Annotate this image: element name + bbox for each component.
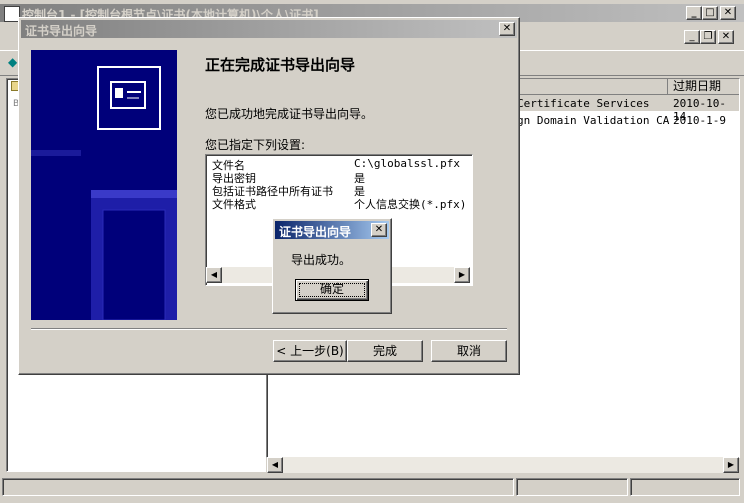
message-box: 证书导出向导 ✕ 导出成功。 确定: [272, 218, 392, 314]
child-minimize-button[interactable]: _: [684, 30, 700, 44]
certificate-icon: [97, 66, 161, 130]
scroll-left-icon[interactable]: ◀: [267, 457, 283, 473]
cancel-button[interactable]: 取消: [431, 340, 507, 362]
scroll-right-icon[interactable]: ▶: [454, 267, 470, 283]
list-hscrollbar[interactable]: ◀ ▶: [267, 457, 739, 473]
scroll-right-icon[interactable]: ▶: [723, 457, 739, 473]
wizard-settings-label: 您已指定下列设置:: [205, 138, 306, 152]
status-panel-1: [2, 478, 514, 496]
mmc-close-button[interactable]: ✕: [720, 6, 736, 20]
status-bar: [0, 476, 744, 498]
setting-value: C:\globalssl.pfx: [354, 157, 460, 170]
wizard-banner: [31, 50, 177, 320]
wizard-success-text: 您已成功地完成证书导出向导。: [205, 107, 374, 121]
scroll-left-icon[interactable]: ◀: [206, 267, 222, 283]
wizard-title: 证书导出向导: [25, 24, 98, 38]
message-box-titlebar: 证书导出向导 ✕: [275, 221, 389, 239]
back-arrow-icon[interactable]: ◆: [8, 55, 17, 69]
setting-value: 个人信息交换(*.pfx): [354, 198, 467, 211]
back-button[interactable]: < 上一步(B): [273, 340, 347, 362]
column-header-expires[interactable]: 过期日期: [673, 79, 721, 94]
wizard-separator: [31, 328, 507, 330]
wizard-heading: 正在完成证书导出向导: [205, 56, 356, 74]
mmc-maximize-button[interactable]: □: [702, 6, 718, 20]
ok-button[interactable]: 确定: [295, 279, 369, 301]
row-expires: 2010-1-9: [673, 114, 726, 127]
wizard-titlebar: 证书导出向导 ✕: [21, 20, 517, 38]
status-panel-3: [630, 478, 740, 496]
child-close-button[interactable]: ✕: [718, 30, 734, 44]
message-box-title: 证书导出向导: [279, 225, 352, 239]
wizard-close-button[interactable]: ✕: [499, 22, 515, 36]
child-restore-button[interactable]: ❐: [700, 30, 716, 44]
row-issuer: Certificate Services: [517, 97, 650, 110]
status-panel-2: [516, 478, 628, 496]
wizard-dialog: 证书导出向导 ✕ 正在完成证书导出向导 您已成功地完成证书导出向导。 您已指定下…: [18, 17, 520, 375]
mmc-minimize-button[interactable]: _: [686, 6, 702, 20]
message-text: 导出成功。: [291, 253, 352, 267]
setting-key: 文件格式: [212, 198, 256, 211]
message-box-close-button[interactable]: ✕: [371, 223, 387, 237]
finish-button[interactable]: 完成: [347, 340, 423, 362]
row-issuer: gn Domain Validation CA: [517, 114, 670, 127]
